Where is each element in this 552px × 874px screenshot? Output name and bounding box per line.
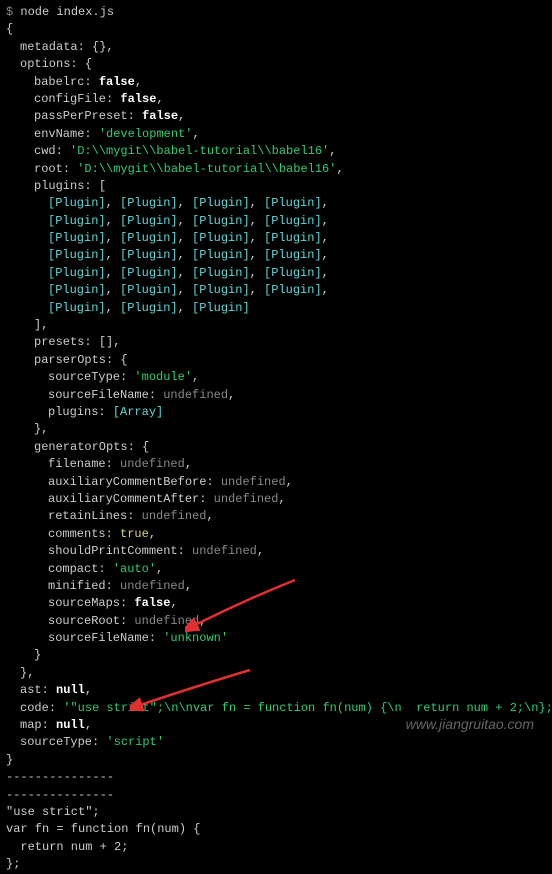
divider-line: --------------- (6, 769, 546, 786)
output-line: "use strict"; (6, 804, 546, 821)
auxafter-line: auxiliaryCommentAfter: undefined, (6, 491, 546, 508)
passperpreset-line: passPerPreset: false, (6, 108, 546, 125)
generatoropts-open: generatorOpts: { (6, 439, 546, 456)
options-close: }, (6, 665, 546, 682)
output-line: return num + 2; (6, 839, 546, 856)
envname-line: envName: 'development', (6, 126, 546, 143)
parseropts-close: }, (6, 421, 546, 438)
plugin-row: [Plugin], [Plugin], [Plugin], [Plugin], (6, 230, 546, 247)
plugins-open: plugins: [ (6, 178, 546, 195)
sourcefilename-line: sourceFileName: undefined, (6, 387, 546, 404)
compact-line: compact: 'auto', (6, 561, 546, 578)
babelrc-line: babelrc: false, (6, 74, 546, 91)
auxbefore-line: auxiliaryCommentBefore: undefined, (6, 474, 546, 491)
configfile-line: configFile: false, (6, 91, 546, 108)
filename-line: filename: undefined, (6, 456, 546, 473)
terminal-output: $ node index.js { metadata: {}, options:… (6, 4, 546, 874)
plugin-row: [Plugin], [Plugin], [Plugin] (6, 300, 546, 317)
brace-open: { (6, 21, 546, 38)
plugin-row: [Plugin], [Plugin], [Plugin], [Plugin], (6, 265, 546, 282)
output-line: var fn = function fn(num) { (6, 821, 546, 838)
watermark-text: www.jiangruitao.com (406, 714, 534, 734)
divider-line: --------------- (6, 787, 546, 804)
shouldprintcomment-line: shouldPrintComment: undefined, (6, 543, 546, 560)
root-line: root: 'D:\\mygit\\babel-tutorial\\babel1… (6, 161, 546, 178)
gen-sourcefilename-line: sourceFileName: 'unknown' (6, 630, 546, 647)
command-text: node index.js (20, 5, 114, 19)
cwd-line: cwd: 'D:\\mygit\\babel-tutorial\\babel16… (6, 143, 546, 160)
plugin-row: [Plugin], [Plugin], [Plugin], [Plugin], (6, 213, 546, 230)
metadata-line: metadata: {}, (6, 39, 546, 56)
sourcetype-out-line: sourceType: 'script' (6, 734, 546, 751)
parser-plugins-line: plugins: [Array] (6, 404, 546, 421)
brace-close: } (6, 752, 546, 769)
retainlines-line: retainLines: undefined, (6, 508, 546, 525)
command-line: $ node index.js (6, 4, 546, 21)
ast-line: ast: null, (6, 682, 546, 699)
prompt-symbol: $ (6, 5, 20, 19)
sourcetype-line: sourceType: 'module', (6, 369, 546, 386)
plugins-close: ], (6, 317, 546, 334)
options-open: options: { (6, 56, 546, 73)
presets-line: presets: [], (6, 334, 546, 351)
parseropts-open: parserOpts: { (6, 352, 546, 369)
plugin-row: [Plugin], [Plugin], [Plugin], [Plugin], (6, 247, 546, 264)
output-line: }; (6, 856, 546, 873)
comments-line: comments: true, (6, 526, 546, 543)
plugin-row: [Plugin], [Plugin], [Plugin], [Plugin], (6, 282, 546, 299)
generatoropts-close: } (6, 647, 546, 664)
plugin-row: [Plugin], [Plugin], [Plugin], [Plugin], (6, 195, 546, 212)
minified-line: minified: undefined, (6, 578, 546, 595)
plugin-rows: [Plugin], [Plugin], [Plugin], [Plugin], … (6, 195, 546, 317)
sourcemaps-line: sourceMaps: false, (6, 595, 546, 612)
sourceroot-line: sourceRoot: undefined, (6, 613, 546, 630)
